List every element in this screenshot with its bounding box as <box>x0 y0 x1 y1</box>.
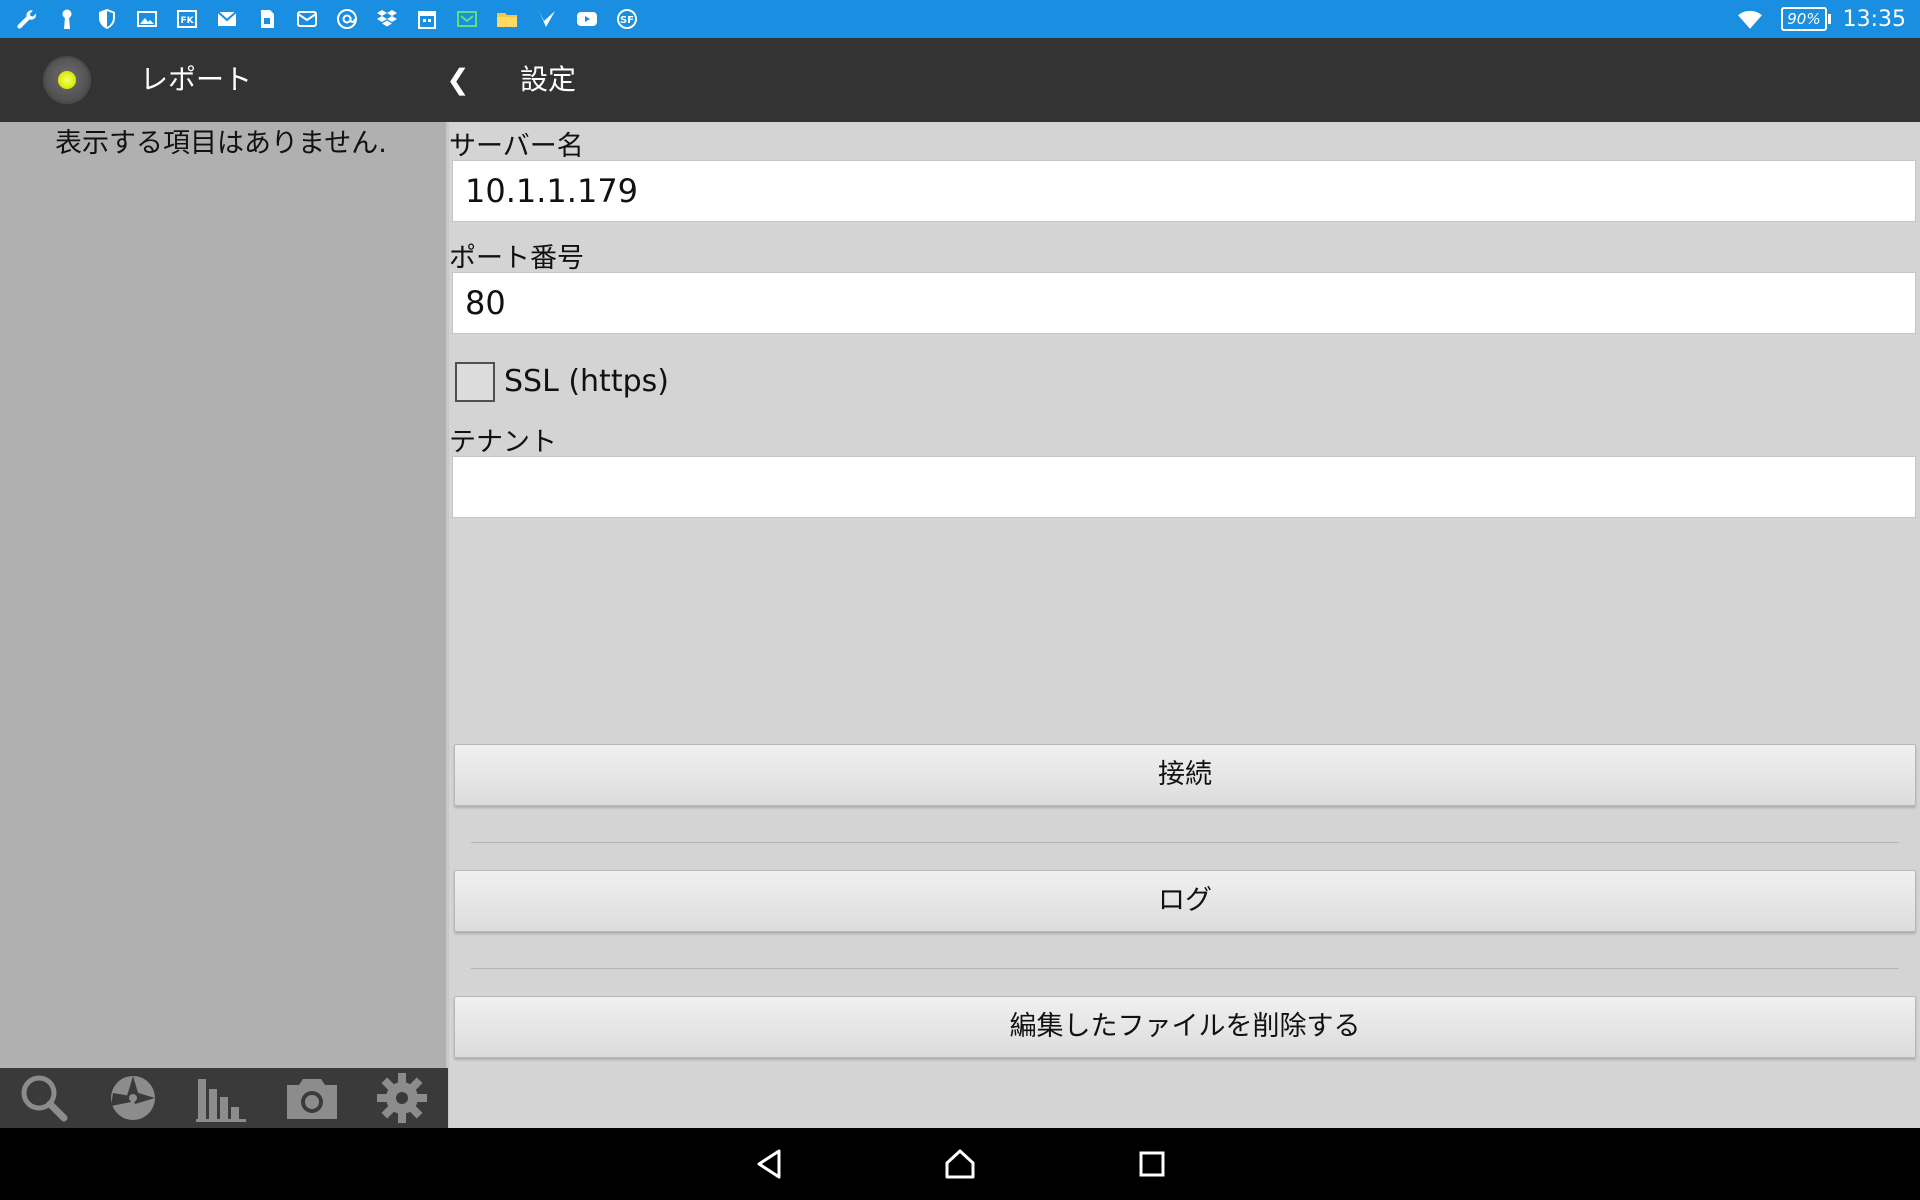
sim-icon <box>252 5 282 33</box>
back-chevron-icon[interactable]: ❮ <box>446 38 470 122</box>
gear-icon[interactable] <box>370 1070 434 1126</box>
ssl-label[interactable]: SSL (https) <box>504 364 669 399</box>
folder-icon <box>492 5 522 33</box>
wrench-icon <box>12 5 42 33</box>
svg-text:FK: FK <box>180 16 194 26</box>
report-list-pane: 表示する項目はありません. <box>0 122 448 1068</box>
server-name-label: サーバー名 <box>449 131 584 162</box>
calendar-icon <box>412 5 442 33</box>
settings-pane: サーバー名 ポート番号 SSL (https) テナント 接続 ログ 編集したフ… <box>449 122 1920 1128</box>
server-name-input[interactable] <box>452 160 1916 222</box>
green-mail-icon <box>452 5 482 33</box>
battery-indicator: 90% <box>1781 7 1831 31</box>
port-number-input[interactable] <box>452 272 1916 334</box>
at-icon <box>332 5 362 33</box>
recents-icon[interactable] <box>1128 1140 1176 1188</box>
delete-edited-files-button[interactable]: 編集したファイルを削除する <box>454 996 1916 1058</box>
keyhole-icon <box>52 5 82 33</box>
left-header: レポート <box>0 38 448 122</box>
camera-icon[interactable] <box>280 1070 344 1126</box>
separator <box>471 842 1899 843</box>
sf-icon: SF <box>612 5 642 33</box>
search-icon[interactable] <box>12 1070 76 1126</box>
clock: 13:35 <box>1842 6 1906 32</box>
svg-text:SF: SF <box>620 15 634 26</box>
port-number-label: ポート番号 <box>449 243 584 274</box>
ssl-checkbox[interactable] <box>455 362 495 402</box>
settings-title: 設定 <box>520 63 577 96</box>
status-right: 90% 13:35 <box>1735 0 1906 38</box>
dropbox-icon <box>372 5 402 33</box>
home-icon[interactable] <box>936 1140 984 1188</box>
wifi-icon <box>1735 6 1765 32</box>
tenant-label: テナント <box>449 427 557 458</box>
separator <box>471 968 1899 969</box>
email-icon <box>292 5 322 33</box>
check-flag-icon <box>532 5 562 33</box>
notification-icons: FK SF <box>12 5 642 33</box>
action-bar: レポート ❮ 設定 <box>0 38 1920 122</box>
status-indicator-icon[interactable] <box>43 56 91 104</box>
tenant-input[interactable] <box>452 456 1916 518</box>
bottom-toolbar <box>0 1068 448 1128</box>
back-icon[interactable] <box>746 1140 794 1188</box>
compass-icon[interactable] <box>101 1070 165 1126</box>
empty-message: 表示する項目はありません. <box>55 128 387 159</box>
image-icon <box>132 5 162 33</box>
connect-button[interactable]: 接続 <box>454 744 1916 806</box>
left-pane-title: レポート <box>140 63 253 96</box>
log-button[interactable]: ログ <box>454 870 1916 932</box>
navigation-bar <box>0 1128 1920 1200</box>
youtube-icon <box>572 5 602 33</box>
status-bar: FK SF 90% 13:35 <box>0 0 1920 38</box>
fk-icon: FK <box>172 5 202 33</box>
mail-icon <box>212 5 242 33</box>
bar-chart-icon[interactable] <box>190 1070 254 1126</box>
shield-icon <box>92 5 122 33</box>
